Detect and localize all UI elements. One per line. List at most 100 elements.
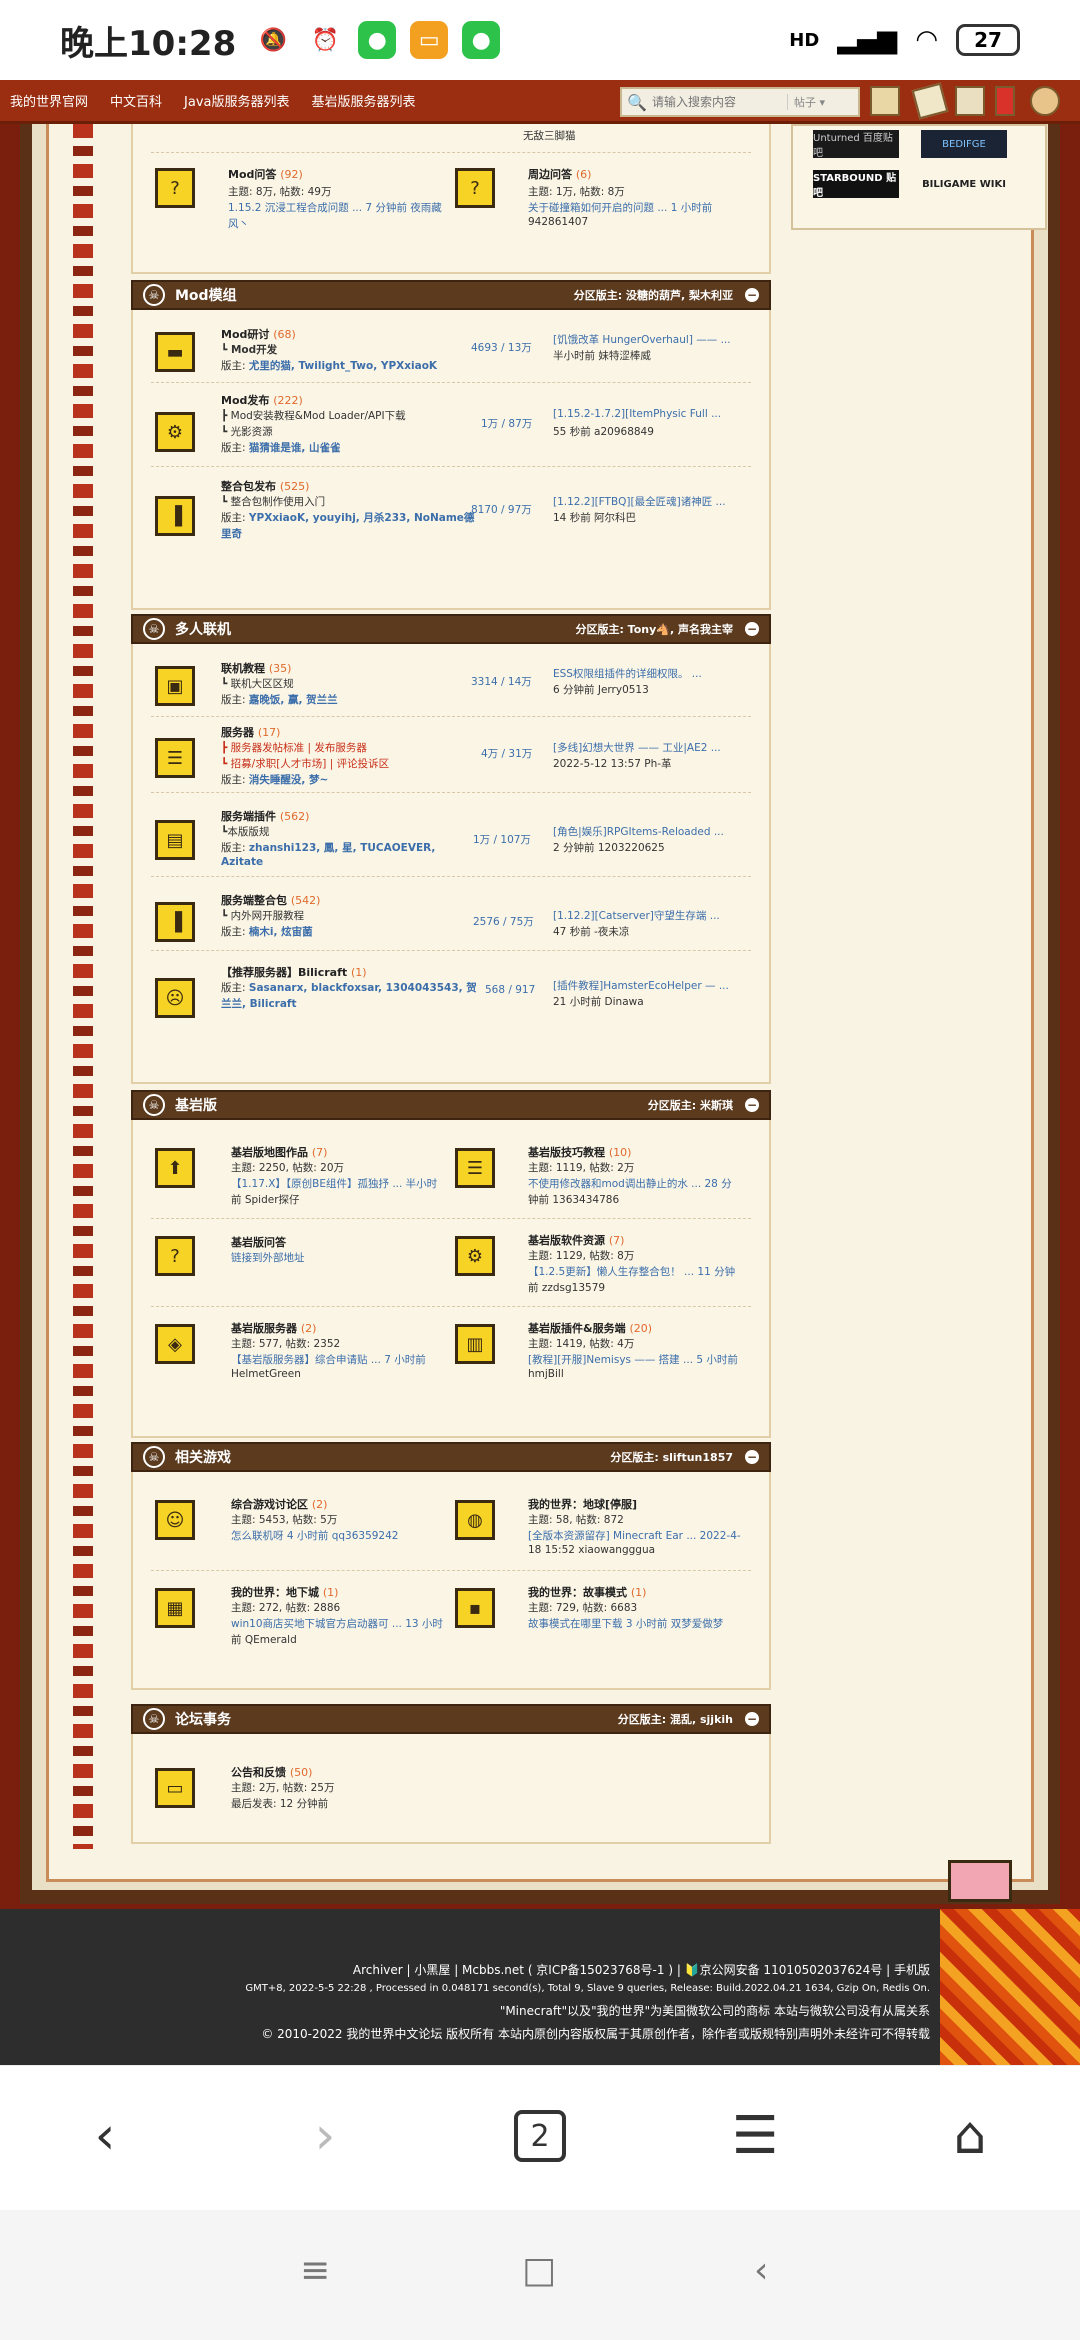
cookie-icon[interactable] xyxy=(1030,86,1060,116)
subforum-link[interactable]: ┗ Mod开发 xyxy=(221,342,277,357)
forum-icon-book[interactable]: ▐ xyxy=(155,902,195,942)
forum-name[interactable]: Mod发布 (222) xyxy=(221,392,303,408)
last-post-link[interactable]: [全版本资源留存] Minecraft Ear ... 2022-4- xyxy=(528,1528,741,1543)
last-post-author[interactable]: 18 15:52 xiaowangggua xyxy=(528,1544,655,1556)
avatar[interactable] xyxy=(870,86,900,116)
tabs-button[interactable]: 2 xyxy=(510,2106,570,2166)
forum-name[interactable]: 联机教程 (35) xyxy=(221,660,291,676)
last-post-link[interactable]: 【1.17.X】【原创BE组件】孤独抒 ... 半小时 xyxy=(231,1176,437,1191)
section-header[interactable]: ☠ 论坛事务 分区版主: 混乱, sjjkih − xyxy=(131,1704,771,1734)
forum-name[interactable]: 基岩版地图作品 (7) xyxy=(231,1144,327,1160)
moderators-cont[interactable]: 兰兰, Bilicraft xyxy=(221,996,297,1011)
forum-icon-list[interactable]: ☰ xyxy=(155,738,195,778)
subforum-link[interactable]: ┗ 光影资源 xyxy=(221,424,273,439)
last-post-link[interactable]: [1.15.2-1.7.2][ItemPhysic Full ... xyxy=(553,408,721,420)
forum-icon-peripheral[interactable]: ? xyxy=(455,168,495,208)
last-post-link[interactable]: 怎么联机呀 4 小时前 qq36359242 xyxy=(231,1528,398,1543)
sidebar-link-unturned[interactable]: Unturned 百度贴吧 xyxy=(813,130,899,159)
last-post-author[interactable]: 钟前 1363434786 xyxy=(528,1192,619,1207)
subforum-link[interactable]: ┣ 服务器发帖标准 | 发布服务器 xyxy=(221,740,367,755)
forum-name[interactable]: 我的世界：地球[停服] xyxy=(528,1496,637,1512)
last-post-author[interactable]: 942861407 xyxy=(528,216,588,228)
home-button-icon[interactable]: □ xyxy=(522,2250,556,2291)
collapse-icon[interactable]: − xyxy=(745,288,759,302)
forum-icon-book[interactable]: ▐ xyxy=(155,496,195,536)
nav-link-wiki[interactable]: 中文百科 xyxy=(110,91,162,110)
last-post-link[interactable]: [插件教程]HamsterEcoHelper — ... xyxy=(553,978,729,993)
moderators[interactable]: 尤里的猫, Twilight_Two, YPXxiaoK xyxy=(249,360,437,372)
back-to-top-icon[interactable] xyxy=(948,1860,1012,1902)
last-post-link[interactable]: [1.12.2][Catserver]守望生存端 ... xyxy=(553,908,720,923)
forum-name[interactable]: 基岩版服务器 (2) xyxy=(231,1320,316,1336)
last-post-author[interactable]: 21 小时前 Dinawa xyxy=(553,994,644,1009)
forum-icon-map[interactable]: ⬆ xyxy=(155,1148,195,1188)
nav-link-java-servers[interactable]: Java版服务器列表 xyxy=(184,91,289,110)
last-post-author[interactable]: HelmetGreen xyxy=(231,1368,301,1380)
search-icon[interactable]: 🔍 xyxy=(622,93,652,112)
forum-name[interactable]: 基岩版技巧教程 (10) xyxy=(528,1144,631,1160)
last-post-link[interactable]: 1.15.2 沉浸工程合成问题 ... 7 分钟前 夜雨藏 xyxy=(228,200,442,215)
last-post-link[interactable]: 故事模式在哪里下载 3 小时前 双梦爱做梦 xyxy=(528,1616,723,1631)
last-post-author[interactable]: 6 分钟前 Jerry0513 xyxy=(553,682,649,697)
forum-icon-mod-qa[interactable]: ? xyxy=(155,168,195,208)
forum-name[interactable]: 公告和反馈 (50) xyxy=(231,1764,312,1780)
last-post-link[interactable]: 关于碰撞箱如何开启的问题 ... 1 小时前 xyxy=(528,200,712,215)
subforum-link[interactable]: ┗ 内外网开服教程 xyxy=(221,908,304,923)
system-back-icon[interactable]: ‹ xyxy=(754,2250,768,2291)
forum-name[interactable]: 【推荐服务器】Bilicraft (1) xyxy=(221,964,367,980)
forum-icon-tutorial[interactable]: ☰ xyxy=(455,1148,495,1188)
forum-name[interactable]: Mod研讨 (68) xyxy=(221,326,296,342)
last-post-author[interactable]: 前 Spider探仔 xyxy=(231,1192,300,1207)
subforum-link[interactable]: ┗ 招募/求职[人才市场] | 评论投诉区 xyxy=(221,756,389,771)
last-post-link[interactable]: [1.12.2][FTBQ][最全匠魂]诸神匠 ... xyxy=(553,494,726,509)
last-post-link[interactable]: ESS权限组插件的详细权限。 ... xyxy=(553,666,702,681)
forum-icon-question[interactable]: ? xyxy=(155,1236,195,1276)
collapse-icon[interactable]: − xyxy=(745,1712,759,1726)
last-post-link[interactable]: 【1.2.5更新】懒人生存整合包！ ... 11 分钟 xyxy=(528,1264,735,1279)
moderators[interactable]: Sasanarx, blackfoxsar, 1304043543, 贺 xyxy=(249,982,477,994)
nav-link-bedrock-servers[interactable]: 基岩版服务器列表 xyxy=(312,91,416,110)
external-link[interactable]: 链接到外部地址 xyxy=(231,1250,305,1265)
forum-icon-folder[interactable]: ▤ xyxy=(155,820,195,860)
forum-name[interactable]: 我的世界：故事模式 (1) xyxy=(528,1584,646,1600)
forum-icon-ghost[interactable]: ☺ xyxy=(155,1500,195,1540)
subforum-link[interactable]: ┣ Mod安装教程&Mod Loader/API下载 xyxy=(221,408,406,423)
forum-icon-gear[interactable]: ⚙ xyxy=(455,1236,495,1276)
search-type-select[interactable]: 帖子 ▾ xyxy=(787,94,825,110)
last-post-author[interactable]: 55 秒前 a20968849 xyxy=(553,424,654,439)
sidebar-link-bedifge[interactable]: BEDIFGE xyxy=(921,130,1007,158)
last-post-link[interactable]: [多线]幻想大世界 —— 工业|AE2 ... xyxy=(553,740,721,755)
moderators[interactable]: YPXxiaoK, youyihj, 月杀233, NoName德 xyxy=(249,512,475,524)
sidebar-link-starbound[interactable]: STARBOUND 贴吧 xyxy=(813,170,899,199)
forum-icon-server[interactable]: ◈ xyxy=(155,1324,195,1364)
collapse-icon[interactable]: − xyxy=(745,622,759,636)
subforum-link[interactable]: ┗本版版规 xyxy=(221,824,269,839)
last-post-author[interactable]: 半小时前 妹特涩棒威 xyxy=(553,348,651,363)
forum-icon-tv[interactable]: ☹ xyxy=(155,978,195,1018)
moderators[interactable]: 猫猜谁是谁, 山雀雀 xyxy=(249,442,341,454)
forum-name[interactable]: 基岩版问答 xyxy=(231,1234,286,1250)
forum-icon-dungeon[interactable]: ▦ xyxy=(155,1588,195,1628)
potion-icon[interactable] xyxy=(995,86,1015,116)
moderators[interactable]: 嘉晚饭, 赢, 贺兰兰 xyxy=(249,694,338,706)
section-header[interactable]: ☠ Mod模组 分区版主: 没糖的葫芦, 梨木利亚 − xyxy=(131,280,771,310)
forum-name[interactable]: 服务端插件 (562) xyxy=(221,808,309,824)
forum-icon-gear[interactable]: ⚙ xyxy=(155,412,195,452)
menu-icon[interactable]: ☰ xyxy=(725,2106,785,2166)
forum-name[interactable]: 服务器 (17) xyxy=(221,724,280,740)
recent-apps-icon[interactable]: ≡ xyxy=(300,2250,330,2291)
moderators[interactable]: 楠木i, 炫宙菌 xyxy=(249,926,313,938)
sidebar-link-biligame[interactable]: BILIGAME WIKI xyxy=(921,170,1007,198)
forum-icon-story[interactable]: ▪ xyxy=(455,1588,495,1628)
last-post-link[interactable]: 【基岩版服务器】综合申请贴 ... 7 小时前 xyxy=(231,1352,426,1367)
last-post-link[interactable]: 不使用修改器和mod调出静止的水 ... 28 分 xyxy=(528,1176,732,1191)
section-header[interactable]: ☠ 相关游戏 分区版主: sliftun1857 − xyxy=(131,1442,771,1472)
footer-links[interactable]: Archiver | 小黑屋 | Mcbbs.net ( 京ICP备150237… xyxy=(353,1961,930,1978)
last-post-author[interactable]: 前 zzdsg13579 xyxy=(528,1280,605,1295)
back-icon[interactable]: ‹ xyxy=(75,2106,135,2166)
section-header[interactable]: ☠ 基岩版 分区版主: 米斯琪 − xyxy=(131,1090,771,1120)
forum-icon-computer[interactable]: ▣ xyxy=(155,666,195,706)
last-post-author[interactable]: 14 秒前 阿尔科巴 xyxy=(553,510,636,525)
forum-name[interactable]: 整合包发布 (525) xyxy=(221,478,309,494)
last-post-link[interactable]: [教程][开服]Nemisys —— 搭建 ... 5 小时前 xyxy=(528,1352,738,1367)
